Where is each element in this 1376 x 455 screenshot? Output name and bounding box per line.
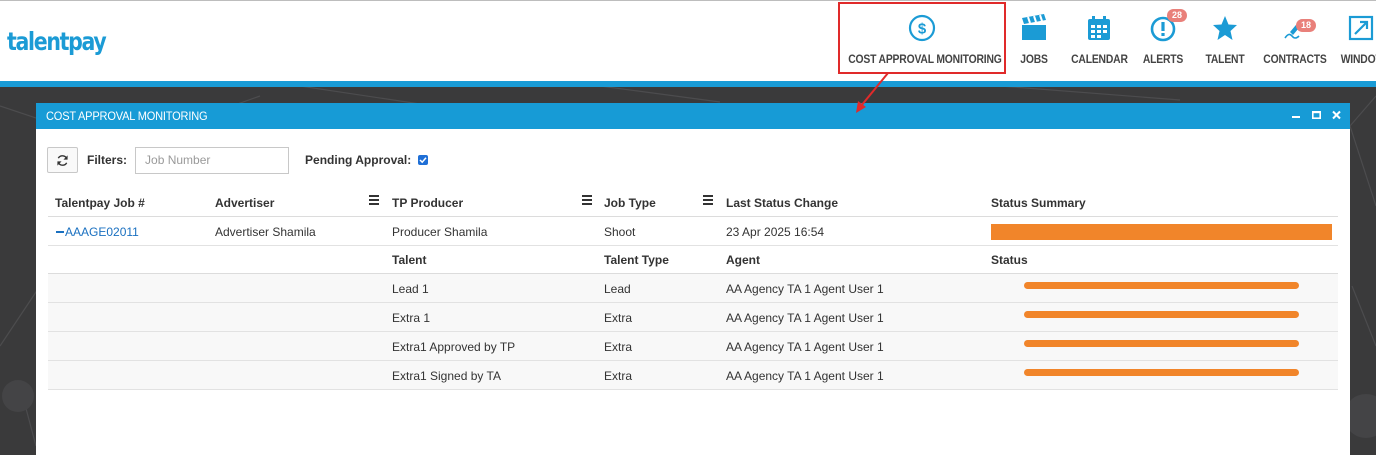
talent-row[interactable]: Extra 1 Extra AA Agency TA 1 Agent User … bbox=[48, 303, 1338, 332]
column-header-status-summary[interactable]: Status Summary bbox=[991, 196, 1086, 210]
table-row[interactable]: AAAGE02011 Advertiser Shamila Producer S… bbox=[48, 217, 1338, 246]
filters-label: Filters: bbox=[87, 153, 128, 167]
expand-window-icon bbox=[1346, 13, 1376, 43]
talent-row[interactable]: Extra1 Signed by TA Extra AA Agency TA 1… bbox=[48, 361, 1338, 390]
dialog-header[interactable]: COST APPROVAL MONITORING bbox=[36, 103, 1350, 129]
sub-column-header-agent: Agent bbox=[726, 253, 760, 267]
contracts-badge: 18 bbox=[1296, 19, 1316, 32]
talent-sub-header: Talent Talent Type Agent Status bbox=[48, 246, 1338, 274]
talent-row[interactable]: Extra1 Approved by TP Extra AA Agency TA… bbox=[48, 332, 1338, 361]
sub-column-header-talent-type: Talent Type bbox=[604, 253, 669, 267]
grid-header: Talentpay Job # Advertiser TP Producer J… bbox=[48, 189, 1338, 217]
maximize-icon[interactable] bbox=[1310, 108, 1322, 122]
alert-icon: 28 bbox=[1148, 9, 1187, 43]
minimize-icon[interactable] bbox=[1290, 108, 1302, 122]
talent-status-bar bbox=[1024, 369, 1299, 376]
talent-status-bar bbox=[1024, 311, 1299, 318]
nav-label: JOBS bbox=[1020, 54, 1048, 66]
collapse-icon[interactable] bbox=[56, 230, 64, 233]
column-header-job-type[interactable]: Job Type bbox=[604, 196, 656, 210]
last-status-change-cell: 23 Apr 2025 16:54 bbox=[726, 225, 825, 239]
dialog-title: COST APPROVAL MONITORING bbox=[46, 109, 208, 123]
column-header-advertiser[interactable]: Advertiser bbox=[215, 196, 274, 210]
column-header-last-status[interactable]: Last Status Change bbox=[726, 196, 838, 210]
talent-cell: Extra 1 bbox=[392, 311, 431, 325]
job-number-link[interactable]: AAAGE02011 bbox=[56, 225, 139, 239]
pending-approval-checkbox[interactable] bbox=[418, 155, 429, 165]
agent-cell: AA Agency TA 1 Agent User 1 bbox=[726, 311, 884, 325]
refresh-button[interactable] bbox=[47, 147, 78, 173]
nav-item-window[interactable]: WINDOW bbox=[1334, 1, 1376, 81]
dialog-controls bbox=[1290, 108, 1342, 122]
talent-type-cell: Extra bbox=[604, 369, 633, 383]
job-type-cell: Shoot bbox=[604, 225, 636, 239]
nav-item-contracts[interactable]: 18 CONTRACTS bbox=[1260, 1, 1327, 81]
column-menu-icon[interactable] bbox=[369, 195, 379, 207]
pending-approval-label: Pending Approval: bbox=[305, 153, 412, 167]
jobs-grid: Talentpay Job # Advertiser TP Producer J… bbox=[48, 189, 1338, 390]
talent-cell: Lead 1 bbox=[392, 282, 429, 296]
column-header-producer[interactable]: TP Producer bbox=[392, 196, 463, 210]
talentpay-logo[interactable]: talentpay bbox=[7, 27, 107, 56]
alerts-badge: 28 bbox=[1167, 9, 1187, 22]
contract-pen-icon: 18 bbox=[1278, 13, 1316, 43]
refresh-icon bbox=[57, 154, 68, 166]
sub-column-header-talent: Talent bbox=[392, 253, 427, 267]
producer-cell: Producer Shamila bbox=[392, 225, 488, 239]
job-number-input[interactable] bbox=[135, 146, 290, 174]
calendar-icon bbox=[1084, 13, 1114, 43]
talent-status-bar bbox=[1024, 340, 1299, 347]
header-accent-bar bbox=[0, 81, 1376, 87]
talent-row[interactable]: Lead 1 Lead AA Agency TA 1 Agent User 1 bbox=[48, 274, 1338, 303]
job-number-text: AAAGE02011 bbox=[65, 225, 139, 239]
column-menu-icon[interactable] bbox=[582, 195, 592, 207]
talent-status-bar bbox=[1024, 282, 1299, 289]
nav-label: CONTRACTS bbox=[1263, 54, 1327, 66]
nav-item-jobs[interactable]: JOBS bbox=[1012, 1, 1056, 81]
sub-column-header-status: Status bbox=[991, 253, 1028, 267]
nav-item-talent[interactable]: TALENT bbox=[1200, 1, 1250, 81]
agent-cell: AA Agency TA 1 Agent User 1 bbox=[726, 282, 884, 296]
filters-bar: Filters: Pending Approval: bbox=[47, 146, 429, 174]
talent-type-cell: Lead bbox=[604, 282, 631, 296]
star-icon bbox=[1210, 13, 1240, 43]
talent-type-cell: Extra bbox=[604, 311, 633, 325]
column-menu-icon[interactable] bbox=[703, 195, 713, 207]
talent-cell: Extra1 Approved by TP bbox=[392, 340, 516, 354]
nav-label: ALERTS bbox=[1142, 54, 1184, 66]
agent-cell: AA Agency TA 1 Agent User 1 bbox=[726, 340, 884, 354]
status-summary-bar bbox=[991, 224, 1332, 240]
nav-label: WINDOW bbox=[1340, 54, 1376, 66]
nav-item-calendar[interactable]: CALENDAR bbox=[1068, 1, 1130, 81]
top-header: talentpay $ COST APPROVAL MONITORING JOB… bbox=[0, 0, 1376, 87]
close-icon[interactable] bbox=[1330, 108, 1342, 122]
nav-label: TALENT bbox=[1205, 54, 1245, 66]
nav-label: CALENDAR bbox=[1071, 54, 1128, 66]
advertiser-cell: Advertiser Shamila bbox=[215, 225, 316, 239]
agent-cell: AA Agency TA 1 Agent User 1 bbox=[726, 369, 884, 383]
nav-item-alerts[interactable]: 28 ALERTS bbox=[1140, 1, 1187, 81]
column-header-job[interactable]: Talentpay Job # bbox=[55, 196, 145, 210]
cost-approval-dialog: COST APPROVAL MONITORING Filters: Pendin… bbox=[36, 103, 1350, 455]
annotation-highlight-box bbox=[838, 2, 1006, 74]
clapperboard-icon bbox=[1019, 13, 1049, 43]
talent-type-cell: Extra bbox=[604, 340, 633, 354]
talent-cell: Extra1 Signed by TA bbox=[392, 369, 501, 383]
